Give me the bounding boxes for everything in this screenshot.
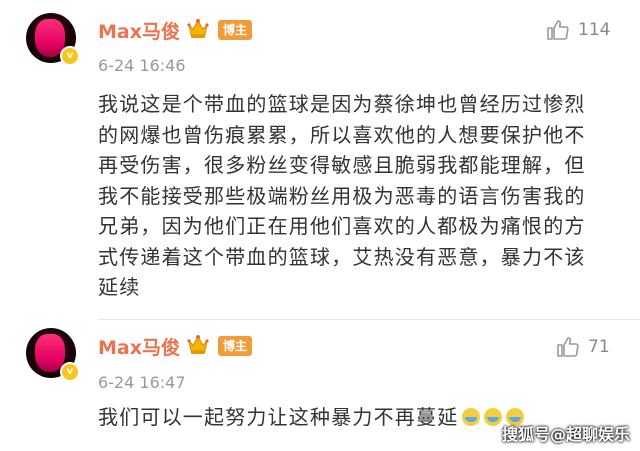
verified-badge-icon: v bbox=[60, 46, 80, 66]
timestamp: 6-24 16:47 bbox=[98, 373, 186, 392]
smiley-emoji-icon bbox=[462, 408, 481, 426]
like-count: 114 bbox=[578, 20, 611, 40]
smiley-emoji-icon bbox=[484, 408, 503, 426]
watermark: 搜狐号@超聊娱乐 bbox=[501, 425, 630, 444]
timestamp: 6-24 16:46 bbox=[98, 56, 186, 75]
comment-item: v Max马俊 博主 114 6-24 16:46 我说这是个带血的篮球是因为蔡… bbox=[0, 0, 640, 320]
like-count: 71 bbox=[588, 337, 610, 357]
crown-icon bbox=[187, 335, 209, 354]
username[interactable]: Max马俊 bbox=[98, 17, 180, 44]
verified-badge-icon: v bbox=[60, 362, 80, 382]
comment-text: 我说这是个带血的篮球是因为蔡徐坤也曾经历过惨烈的网爆也曾伤痕累累，所以喜欢他的人… bbox=[98, 92, 586, 299]
role-badge: 博主 bbox=[218, 336, 253, 356]
thumbs-up-icon bbox=[547, 20, 569, 40]
crown-icon bbox=[187, 19, 209, 38]
username[interactable]: Max马俊 bbox=[98, 333, 180, 360]
like-button[interactable]: 71 bbox=[556, 335, 610, 359]
like-button[interactable]: 114 bbox=[546, 18, 610, 42]
comment-text-content: 我们可以一起努力让这种暴力不再蔓延 bbox=[98, 405, 459, 429]
role-badge: 博主 bbox=[218, 20, 253, 40]
thumbs-up-icon bbox=[557, 337, 579, 357]
